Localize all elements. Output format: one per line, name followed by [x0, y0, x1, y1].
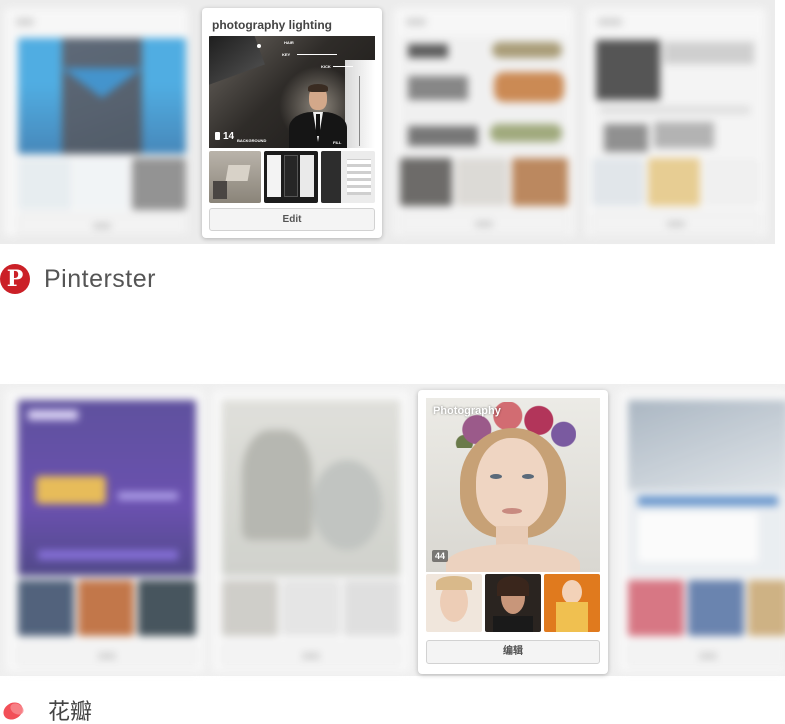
light-label: KEY — [282, 52, 291, 57]
board-thumb — [132, 158, 186, 210]
edit-button[interactable] — [18, 214, 186, 236]
edit-button[interactable] — [18, 644, 196, 666]
board-thumb[interactable] — [264, 151, 318, 203]
board-thumb — [456, 158, 508, 206]
board-thumb — [688, 580, 744, 636]
board-thumb — [75, 158, 129, 210]
comparison-page: photography lighting HAIR KEY KICK BACKG… — [0, 0, 785, 724]
board-title: Photography — [433, 405, 501, 417]
huaban-brand: 花瓣 — [2, 694, 92, 724]
board-card[interactable] — [586, 8, 766, 236]
focused-board-card[interactable]: Photography 44 编辑 — [418, 390, 608, 674]
board-thumb — [648, 158, 700, 206]
board-card[interactable] — [6, 390, 204, 672]
board-thumb — [344, 580, 400, 636]
board-thumb[interactable] — [485, 574, 541, 632]
board-cover — [18, 400, 196, 576]
pin-count: 44 — [432, 550, 449, 562]
board-title — [598, 18, 622, 26]
board-thumb — [400, 158, 452, 206]
pinterest-logo-icon: P — [0, 264, 30, 294]
board-thumb — [628, 580, 684, 636]
board-card[interactable] — [4, 8, 188, 236]
board-thumb[interactable] — [426, 574, 482, 632]
board-thumb[interactable] — [544, 574, 600, 632]
light-label: BACKGROUND — [237, 138, 267, 143]
light-label: HAIR — [284, 40, 294, 45]
board-card[interactable] — [618, 390, 785, 672]
board-thumb — [704, 158, 760, 206]
board-thumb — [18, 158, 72, 210]
board-cover — [18, 38, 186, 154]
pin-icon — [215, 132, 220, 140]
board-cover — [222, 400, 400, 576]
board-card[interactable] — [212, 390, 410, 672]
board-title: photography lighting — [212, 18, 332, 32]
edit-board-button[interactable]: Edit — [209, 208, 375, 231]
pin-count: 14 — [215, 131, 234, 142]
focused-board-card[interactable]: photography lighting HAIR KEY KICK BACKG… — [202, 8, 382, 238]
board-cover — [400, 36, 568, 156]
board-thumb — [282, 580, 340, 636]
board-cover — [628, 400, 785, 576]
edit-button[interactable] — [628, 644, 785, 666]
board-card[interactable] — [394, 8, 574, 236]
board-thumb[interactable] — [209, 151, 261, 203]
board-title — [16, 18, 34, 26]
huaban-petal-logo-icon — [3, 702, 24, 720]
edit-board-button[interactable]: 编辑 — [426, 640, 600, 664]
edit-button[interactable] — [222, 644, 400, 666]
board-thumb — [18, 580, 74, 636]
board-thumb — [592, 158, 644, 206]
board-thumb[interactable] — [321, 151, 375, 203]
light-label: KICK — [321, 64, 331, 69]
board-cover-photo[interactable]: Photography 44 — [426, 398, 600, 572]
edit-button[interactable] — [592, 212, 760, 234]
board-thumb — [512, 158, 568, 206]
board-title — [406, 18, 426, 26]
huaban-board-strip: Photography 44 编辑 — [0, 384, 785, 676]
board-cover-photo[interactable]: HAIR KEY KICK BACKGROUND FILL 14 — [209, 36, 375, 148]
pinterest-board-strip: photography lighting HAIR KEY KICK BACKG… — [0, 0, 775, 244]
board-thumb — [748, 580, 785, 636]
board-thumb — [138, 580, 196, 636]
edit-button[interactable] — [400, 212, 568, 234]
board-cover — [592, 36, 760, 156]
brand-name: Pinterster — [44, 264, 156, 293]
board-thumb — [222, 580, 278, 636]
pinterest-brand: P Pinterster — [0, 264, 156, 294]
light-label: FILL — [333, 140, 342, 145]
brand-name: 花瓣 — [48, 699, 93, 724]
board-thumb — [78, 580, 134, 636]
